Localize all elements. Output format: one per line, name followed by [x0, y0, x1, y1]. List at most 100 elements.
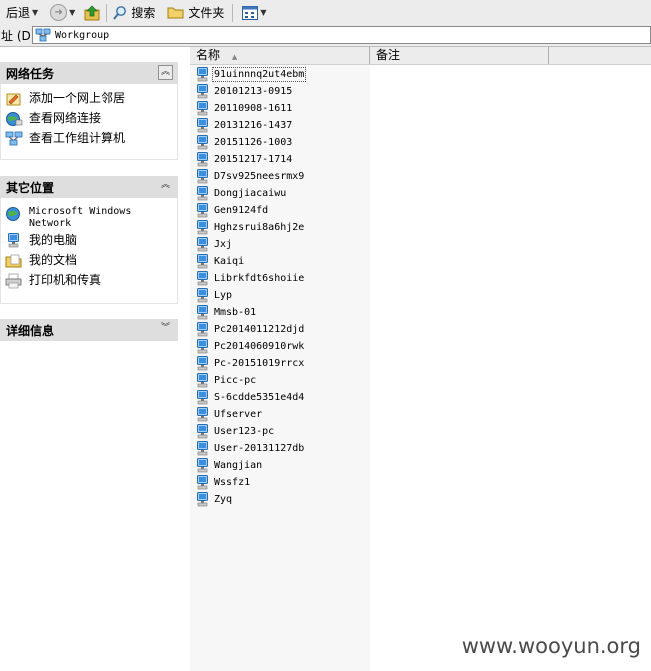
list-item[interactable]: 20131216-1437	[196, 117, 306, 134]
list-item[interactable]: Lyp	[196, 287, 306, 304]
address-value: Workgroup	[55, 29, 110, 41]
search-label: 搜索	[131, 6, 156, 20]
folders-label: 文件夹	[188, 6, 225, 20]
computer-name: Pc2014060910rwk	[214, 341, 305, 352]
computer-name: 91uinnnq2ut4ebm	[212, 67, 307, 82]
computer-name: Kaiqi	[214, 256, 245, 267]
up-folder-icon	[84, 5, 100, 20]
details-title: 详细信息	[6, 323, 55, 338]
computer-name: Wangjian	[214, 460, 263, 471]
task-label: 查看网络连接	[29, 111, 102, 125]
computer-name: S-6cdde5351e4d4	[214, 392, 305, 403]
network-tasks-header[interactable]: 网络任务 ︽	[0, 62, 178, 84]
computer-name: Librkfdt6shoiie	[214, 273, 305, 284]
toolbar-separator	[106, 3, 108, 22]
expand-icon[interactable]: ︾	[158, 322, 173, 337]
list-item[interactable]: Mmsb-01	[196, 304, 306, 321]
computer-name: Pc2014011212djd	[214, 324, 305, 335]
search-button[interactable]: 搜索	[110, 2, 157, 24]
back-label: 后退	[6, 6, 31, 20]
list-item[interactable]: Jxj	[196, 236, 306, 253]
views-button[interactable]: ▼	[240, 2, 272, 24]
printers-faxes-link[interactable]: 打印机和传真	[5, 273, 177, 293]
list-item[interactable]: 20101213-0915	[196, 83, 306, 100]
computer-icon	[196, 373, 209, 388]
collapse-icon[interactable]: ︽	[158, 65, 173, 80]
watermark: www.wooyun.org	[461, 634, 641, 658]
computer-name: Gen9124fd	[214, 205, 269, 216]
computer-name: Hghzsrui8a6hj2e	[214, 222, 305, 233]
my-computer-link[interactable]: 我的电脑	[5, 233, 177, 253]
computer-icon	[196, 271, 209, 286]
computer-icon	[196, 390, 209, 405]
my-documents-icon	[5, 254, 22, 268]
computer-name: 20131216-1437	[214, 120, 293, 131]
list-item[interactable]: Wssfz1	[196, 474, 306, 491]
toolbar: 后退 ▼ ➜ ▼ 搜索 文件夹 ▼	[0, 0, 651, 26]
windows-network-icon	[6, 207, 20, 221]
computer-icon	[196, 322, 209, 337]
address-input[interactable]: Workgroup	[32, 26, 651, 44]
list-item[interactable]: 20151217-1714	[196, 151, 306, 168]
windows-network-link[interactable]: Microsoft Windows Network	[5, 206, 177, 233]
list-item[interactable]: Hghzsrui8a6hj2e	[196, 219, 306, 236]
task-label: 我的文档	[29, 253, 78, 267]
computer-name: Ufserver	[214, 409, 263, 420]
computer-name: 20101213-0915	[214, 86, 293, 97]
computer-icon	[196, 305, 209, 320]
forward-dropdown-icon[interactable]: ▼	[69, 8, 75, 17]
back-button[interactable]: 后退 ▼	[0, 2, 44, 24]
my-computer-icon	[8, 233, 19, 248]
computer-icon	[196, 407, 209, 422]
back-dropdown-icon[interactable]: ▼	[32, 8, 38, 17]
network-tasks-body: 添加一个网上邻居 查看网络连接 查看工作组计算机	[0, 84, 178, 160]
forward-button[interactable]: ➜ ▼	[44, 2, 81, 24]
computer-name: User-20131127db	[214, 443, 305, 454]
computer-name: Mmsb-01	[214, 307, 257, 318]
list-item[interactable]: Pc-20151019rrcx	[196, 355, 306, 372]
folders-button[interactable]: 文件夹	[165, 2, 226, 24]
list-item[interactable]: Gen9124fd	[196, 202, 306, 219]
computer-icon	[196, 118, 209, 133]
list-item[interactable]: Kaiqi	[196, 253, 306, 270]
my-documents-link[interactable]: 我的文档	[5, 253, 177, 273]
list-item[interactable]: Wangjian	[196, 457, 306, 474]
other-places-header[interactable]: 其它位置 ︽	[0, 176, 178, 198]
collapse-icon[interactable]: ︽	[158, 179, 173, 194]
list-item[interactable]: User123-pc	[196, 423, 306, 440]
computer-icon	[196, 492, 209, 507]
list-item[interactable]: 20110908-1611	[196, 100, 306, 117]
computer-name: Picc-pc	[214, 375, 257, 386]
list-item[interactable]: Zyq	[196, 491, 306, 508]
list-item[interactable]: 20151126-1003	[196, 134, 306, 151]
view-network-connections-link[interactable]: 查看网络连接	[5, 111, 177, 131]
computer-icon	[196, 254, 209, 269]
up-folder-button[interactable]	[81, 2, 103, 24]
list-item[interactable]: Pc2014060910rwk	[196, 338, 306, 355]
list-item[interactable]: Picc-pc	[196, 372, 306, 389]
computer-icon	[196, 237, 209, 252]
other-places-body: Microsoft Windows Network 我的电脑 我的文档 打印机和…	[0, 198, 178, 304]
list-item[interactable]: Pc2014011212djd	[196, 321, 306, 338]
add-network-place-link[interactable]: 添加一个网上邻居	[5, 91, 177, 111]
computer-name: 20151217-1714	[214, 154, 293, 165]
list-item[interactable]: S-6cdde5351e4d4	[196, 389, 306, 406]
list-item[interactable]: User-20131127db	[196, 440, 306, 457]
sort-ascending-icon: ▲	[231, 53, 238, 61]
list-item[interactable]: 91uinnnq2ut4ebm	[196, 66, 307, 83]
views-dropdown-icon[interactable]: ▼	[260, 8, 266, 17]
list-item[interactable]: Dongjiacaiwu	[196, 185, 306, 202]
column-header-name[interactable]: 名称 ▲	[190, 47, 370, 64]
list-item[interactable]: D7sv925neesrmx9	[196, 168, 306, 185]
task-label: Microsoft Windows Network	[29, 206, 132, 229]
list-item[interactable]: Ufserver	[196, 406, 306, 423]
computer-name: Pc-20151019rrcx	[214, 358, 305, 369]
list-item[interactable]: Librkfdt6shoiie	[196, 270, 306, 287]
column-header-comment[interactable]: 备注	[370, 47, 549, 64]
view-workgroup-computers-link[interactable]: 查看工作组计算机	[5, 131, 177, 151]
details-header[interactable]: 详细信息 ︾	[0, 319, 178, 341]
computer-icon	[196, 458, 209, 473]
toolbar-separator	[232, 3, 234, 22]
computer-icon	[196, 475, 209, 490]
computer-icon	[196, 220, 209, 235]
